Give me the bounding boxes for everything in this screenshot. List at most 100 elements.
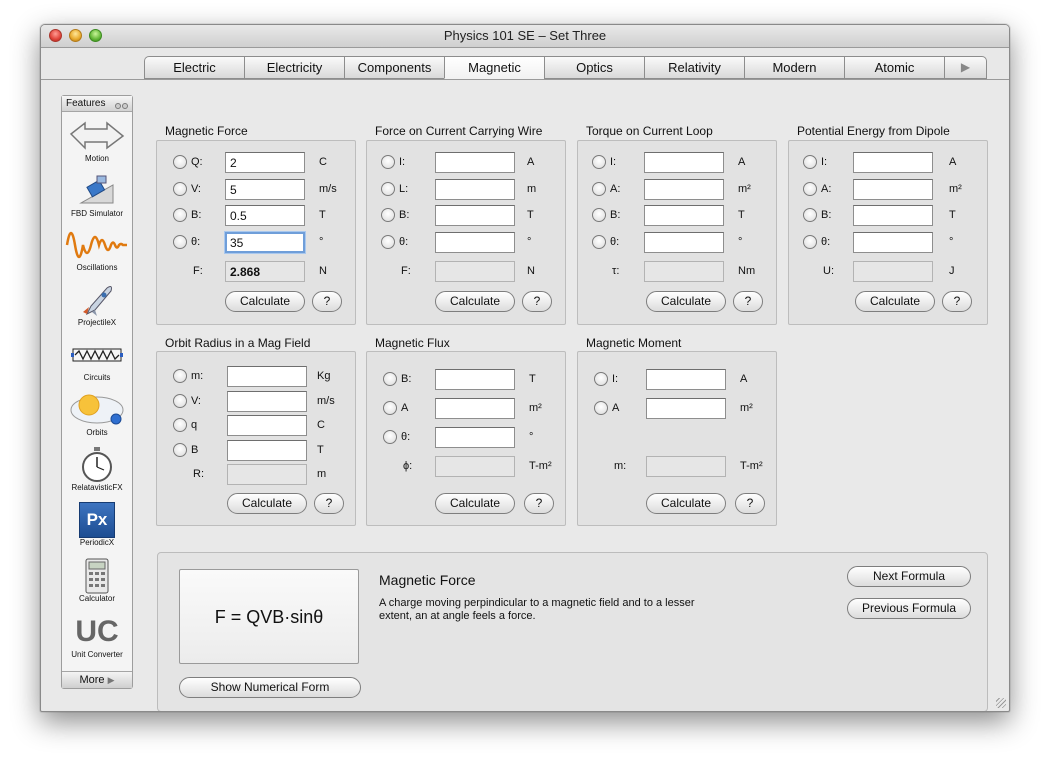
tab-electricity[interactable]: Electricity <box>244 56 344 79</box>
sidebar-item-fbd-simulator[interactable]: FBD Simulator <box>62 173 132 219</box>
dipole-solve-for-radio[interactable] <box>803 234 817 249</box>
flux-solve-for-radio[interactable] <box>383 430 397 444</box>
moment-help-button[interactable]: ? <box>735 493 765 514</box>
flux-help-button[interactable]: ? <box>524 493 554 514</box>
close-window-button[interactable] <box>49 29 62 42</box>
sidebar-item-periodicx[interactable]: Px PeriodicX <box>62 502 132 548</box>
wire-solve-for-radio[interactable] <box>381 155 395 169</box>
sidebar-item-oscillations[interactable]: Oscillations <box>62 227 132 273</box>
magforce-input[interactable]: 5 <box>225 178 305 200</box>
tab-electric[interactable]: Electric <box>144 56 244 79</box>
orbit-input[interactable] <box>227 366 307 387</box>
magforce-solve-for-radio[interactable] <box>173 155 187 169</box>
moment-calculate-button[interactable]: Calculate <box>646 493 726 514</box>
orbit-help-button[interactable]: ? <box>314 493 344 514</box>
tab-magnetic[interactable]: Magnetic <box>444 56 544 79</box>
wire-input[interactable] <box>435 231 515 253</box>
torque-input[interactable] <box>644 152 724 173</box>
flux-unit-label: ° <box>529 431 534 443</box>
wire-input[interactable] <box>435 178 515 200</box>
tab-scroll-right-icon[interactable]: ▶ <box>944 56 987 79</box>
sidebar-item-unit-converter[interactable]: UC Unit Converter <box>62 614 132 660</box>
more-button[interactable]: More ▶ <box>62 671 132 688</box>
torque-input[interactable] <box>644 231 724 253</box>
dipole-help-button[interactable]: ? <box>942 291 972 312</box>
torque-solve-for-radio[interactable] <box>592 155 606 169</box>
features-header-label: Features <box>66 98 106 109</box>
wire-calculate-button[interactable]: Calculate <box>435 291 515 312</box>
tab-components[interactable]: Components <box>344 56 444 79</box>
magforce-input[interactable]: 0.5 <box>225 205 305 226</box>
zoom-window-button[interactable] <box>89 29 102 42</box>
torque-input[interactable] <box>644 178 724 200</box>
sidebar-item-relatavisticfx[interactable]: RelatavisticFX <box>62 447 132 493</box>
sidebar-label-oscillations: Oscillations <box>76 263 118 272</box>
torque-solve-for-radio[interactable] <box>592 181 606 196</box>
magforce-input[interactable]: 35 <box>225 231 305 253</box>
magforce-help-button[interactable]: ? <box>312 291 342 312</box>
orbit-solve-for-radio[interactable] <box>173 418 187 432</box>
wire-solve-for-radio[interactable] <box>381 234 395 249</box>
flux-input[interactable] <box>435 369 515 390</box>
torque-solve-for-radio[interactable] <box>592 208 606 222</box>
orbit-solve-for-radio[interactable] <box>173 369 187 383</box>
wire-solve-for-radio[interactable] <box>381 208 395 222</box>
flux-input[interactable] <box>435 398 515 419</box>
flux-calculate-button[interactable]: Calculate <box>435 493 515 514</box>
sidebar-item-calculator[interactable]: Calculator <box>62 558 132 604</box>
tab-modern[interactable]: Modern <box>744 56 844 79</box>
orbit-input[interactable] <box>227 390 307 412</box>
moment-solve-for-radio[interactable] <box>594 401 608 415</box>
magforce-input[interactable]: 2 <box>225 152 305 173</box>
torque-calculate-button[interactable]: Calculate <box>646 291 726 312</box>
magforce-calculator: Q: 2 C V: 5 m/s B: 0.5 Tθ: 35 ° F: 2.868 N Calculate? <box>156 140 356 325</box>
show-numerical-form-button[interactable]: Show Numerical Form <box>179 677 361 698</box>
resize-grip-icon[interactable] <box>996 698 1006 708</box>
wire-input[interactable] <box>435 205 515 226</box>
orbit-calculate-button[interactable]: Calculate <box>227 493 307 514</box>
sidebar-label-unit-converter: Unit Converter <box>71 650 123 659</box>
wire-help-button[interactable]: ? <box>522 291 552 312</box>
magforce-solve-for-radio[interactable] <box>173 234 187 249</box>
tab-optics[interactable]: Optics <box>544 56 644 79</box>
orbit-input[interactable] <box>227 439 307 461</box>
magforce-solve-for-radio[interactable] <box>173 208 187 222</box>
sidebar-item-projectilex[interactable]: ProjectileX <box>62 282 132 328</box>
torque-help-button[interactable]: ? <box>733 291 763 312</box>
dipole-input[interactable] <box>853 178 933 200</box>
sidebar-item-motion[interactable]: Motion <box>62 118 132 164</box>
dipole-input[interactable] <box>853 231 933 253</box>
orbit-input[interactable] <box>227 415 307 436</box>
dipole-solve-for-radio[interactable] <box>803 208 817 222</box>
wire-input[interactable] <box>435 152 515 173</box>
sidebar-item-orbits[interactable]: Orbits <box>62 392 132 438</box>
tab-relativity[interactable]: Relativity <box>644 56 744 79</box>
moment-input[interactable] <box>646 369 726 390</box>
minimize-window-button[interactable] <box>69 29 82 42</box>
magforce-solve-for-radio[interactable] <box>173 181 187 196</box>
wire-solve-for-radio[interactable] <box>381 181 395 196</box>
next-formula-button[interactable]: Next Formula <box>847 566 971 587</box>
flux-solve-for-radio[interactable] <box>383 401 397 415</box>
moment-solve-for-radio[interactable] <box>594 372 608 386</box>
previous-formula-button[interactable]: Previous Formula <box>847 598 971 619</box>
dipole-input[interactable] <box>853 205 933 226</box>
magforce-row: B: 0.5 T <box>157 205 357 227</box>
torque-solve-for-radio[interactable] <box>592 234 606 249</box>
magforce-calculate-button[interactable]: Calculate <box>225 291 305 312</box>
dipole-solve-for-radio[interactable] <box>803 155 817 169</box>
sidebar-options-icon[interactable] <box>114 99 128 114</box>
flux-input[interactable] <box>435 427 515 448</box>
orbit-solve-for-radio[interactable] <box>173 442 187 457</box>
tab-atomic[interactable]: Atomic <box>844 56 944 79</box>
torque-input[interactable] <box>644 205 724 226</box>
dipole-solve-for-radio[interactable] <box>803 181 817 196</box>
dipole-input[interactable] <box>853 152 933 173</box>
moment-input[interactable] <box>646 398 726 419</box>
dipole-calculate-button[interactable]: Calculate <box>855 291 935 312</box>
sidebar-item-circuits[interactable]: Circuits <box>62 337 132 383</box>
flux-solve-for-radio[interactable] <box>383 372 397 386</box>
more-label: More <box>79 674 105 686</box>
orbit-solve-for-radio[interactable] <box>173 393 187 408</box>
dipole-field-label: I: <box>821 156 828 168</box>
